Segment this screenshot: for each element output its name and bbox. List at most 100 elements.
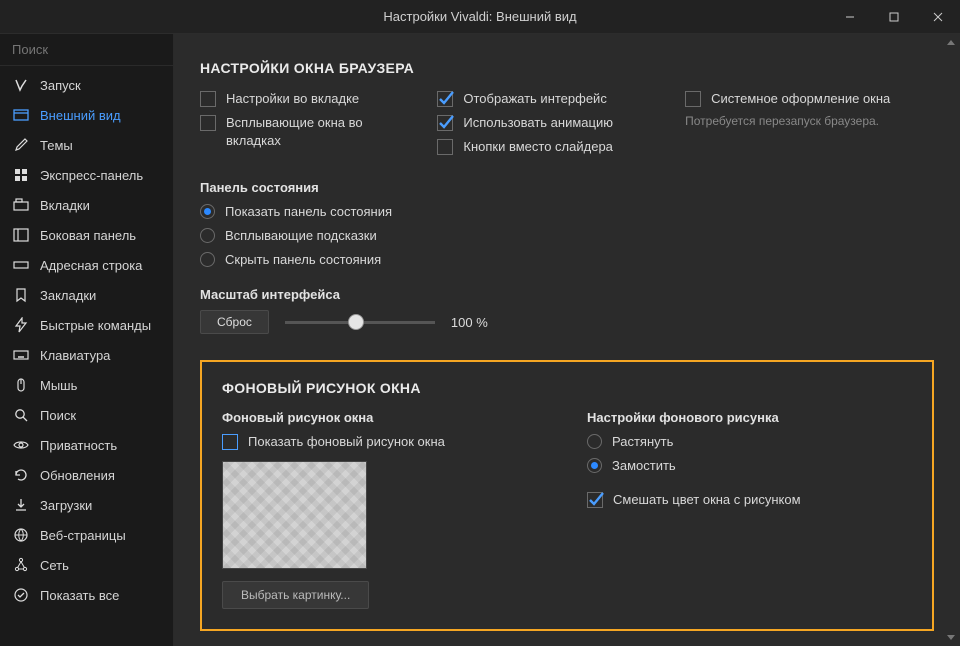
- checkbox-buttons-instead-slider[interactable]: Кнопки вместо слайдера: [437, 138, 655, 156]
- sidebar-item-search[interactable]: Поиск: [0, 400, 173, 430]
- refresh-icon: [12, 466, 30, 484]
- checkbox-show-ui[interactable]: Отображать интерфейс: [437, 90, 655, 108]
- sidebar-item-label: Внешний вид: [40, 108, 121, 123]
- radio-icon: [200, 252, 215, 267]
- sidebar-item-network[interactable]: Сеть: [0, 550, 173, 580]
- slider-handle[interactable]: [348, 314, 364, 330]
- scroll-up-icon[interactable]: [947, 40, 955, 45]
- sidebar-item-bookmarks[interactable]: Закладки: [0, 280, 173, 310]
- checkbox-popups-in-tabs[interactable]: Всплывающие окна во вкладках: [200, 114, 407, 150]
- address-icon: [12, 256, 30, 274]
- checkbox-show-background[interactable]: Показать фоновый рисунок окна: [222, 433, 547, 451]
- sidebar-item-appearance[interactable]: Внешний вид: [0, 100, 173, 130]
- window-options-row: Настройки во вкладке Всплывающие окна во…: [200, 90, 934, 162]
- sidebar-item-label: Боковая панель: [40, 228, 136, 243]
- sidebar-item-label: Приватность: [40, 438, 117, 453]
- sidebar-item-show-all[interactable]: Показать все: [0, 580, 173, 610]
- sidebar: Запуск Внешний вид Темы Экспресс-панель: [0, 34, 174, 646]
- sidebar-item-panel[interactable]: Боковая панель: [0, 220, 173, 250]
- sidebar-item-downloads[interactable]: Загрузки: [0, 490, 173, 520]
- radio-icon: [587, 458, 602, 473]
- radio-label: Растянуть: [612, 433, 673, 451]
- scale-value: 100 %: [451, 315, 488, 330]
- scroll-down-icon[interactable]: [947, 635, 955, 640]
- sidebar-item-label: Быстрые команды: [40, 318, 151, 333]
- globe-icon: [12, 526, 30, 544]
- window-options-col3: Системное оформление окна Потребуется пе…: [685, 90, 934, 162]
- panel-icon: [12, 226, 30, 244]
- sidebar-item-label: Клавиатура: [40, 348, 110, 363]
- reset-scale-button[interactable]: Сброс: [200, 310, 269, 334]
- checkbox-use-animation[interactable]: Использовать анимацию: [437, 114, 655, 132]
- sidebar-item-mouse[interactable]: Мышь: [0, 370, 173, 400]
- checkbox-label: Показать фоновый рисунок окна: [248, 433, 445, 451]
- sidebar-item-label: Вкладки: [40, 198, 90, 213]
- sidebar-item-startup[interactable]: Запуск: [0, 70, 173, 100]
- window-icon: [12, 106, 30, 124]
- radio-tile[interactable]: Замостить: [587, 457, 912, 475]
- checkbox-blend-color[interactable]: Смешать цвет окна с рисунком: [587, 491, 912, 509]
- sidebar-item-speed-dial[interactable]: Экспресс-панель: [0, 160, 173, 190]
- sidebar-item-tabs[interactable]: Вкладки: [0, 190, 173, 220]
- window-options-col2: Отображать интерфейс Использовать анимац…: [437, 90, 655, 162]
- radio-show-status-panel[interactable]: Показать панель состояния: [200, 203, 934, 221]
- background-image-section: ФОНОВЫЙ РИСУНОК ОКНА Фоновый рисунок окн…: [200, 360, 934, 631]
- sidebar-item-updates[interactable]: Обновления: [0, 460, 173, 490]
- section-title-background: ФОНОВЫЙ РИСУНОК ОКНА: [222, 380, 912, 396]
- scrollbar[interactable]: [944, 36, 958, 644]
- search-input[interactable]: [0, 34, 173, 65]
- bg-left-header: Фоновый рисунок окна: [222, 410, 547, 425]
- close-button[interactable]: [916, 0, 960, 34]
- sidebar-item-label: Сеть: [40, 558, 69, 573]
- radio-hide-status-panel[interactable]: Скрыть панель состояния: [200, 251, 934, 269]
- radio-label: Скрыть панель состояния: [225, 251, 381, 269]
- network-icon: [12, 556, 30, 574]
- radio-popups-hints[interactable]: Всплывающие подсказки: [200, 227, 934, 245]
- sidebar-item-label: Экспресс-панель: [40, 168, 143, 183]
- bg-right-header: Настройки фонового рисунка: [587, 410, 912, 425]
- sidebar-item-label: Поиск: [40, 408, 76, 423]
- section-title-browser-window: НАСТРОЙКИ ОКНА БРАУЗЕРА: [200, 60, 934, 76]
- checkbox-label: Использовать анимацию: [463, 114, 613, 132]
- radio-stretch[interactable]: Растянуть: [587, 433, 912, 451]
- checkbox-label: Отображать интерфейс: [463, 90, 606, 108]
- checkbox-label: Смешать цвет окна с рисунком: [613, 491, 801, 509]
- search-icon: [12, 406, 30, 424]
- checkbox-icon: [200, 91, 216, 107]
- title-bar: Настройки Vivaldi: Внешний вид: [0, 0, 960, 34]
- maximize-button[interactable]: [872, 0, 916, 34]
- sidebar-item-quick-commands[interactable]: Быстрые команды: [0, 310, 173, 340]
- checkbox-icon: [437, 91, 453, 107]
- eye-icon: [12, 436, 30, 454]
- sidebar-item-themes[interactable]: Темы: [0, 130, 173, 160]
- restart-note: Потребуется перезапуск браузера.: [685, 114, 934, 128]
- choose-image-button[interactable]: Выбрать картинку...: [222, 581, 369, 609]
- minimize-button[interactable]: [828, 0, 872, 34]
- content-pane: НАСТРОЙКИ ОКНА БРАУЗЕРА Настройки во вкл…: [174, 34, 960, 646]
- sidebar-nav: Запуск Внешний вид Темы Экспресс-панель: [0, 66, 173, 610]
- background-thumbnail[interactable]: [222, 461, 367, 569]
- checkbox-label: Всплывающие окна во вкладках: [226, 114, 407, 150]
- sidebar-item-label: Темы: [40, 138, 73, 153]
- sidebar-item-label: Закладки: [40, 288, 96, 303]
- checkbox-label: Кнопки вместо слайдера: [463, 138, 613, 156]
- radio-icon: [587, 434, 602, 449]
- sidebar-item-webpages[interactable]: Веб-страницы: [0, 520, 173, 550]
- checkbox-system-chrome[interactable]: Системное оформление окна: [685, 90, 934, 108]
- checkbox-label: Системное оформление окна: [711, 90, 890, 108]
- checkbox-label: Настройки во вкладке: [226, 90, 359, 108]
- checkbox-icon: [685, 91, 701, 107]
- download-icon: [12, 496, 30, 514]
- checkbox-icon: [587, 492, 603, 508]
- sidebar-item-address-bar[interactable]: Адресная строка: [0, 250, 173, 280]
- window-options-col1: Настройки во вкладке Всплывающие окна во…: [200, 90, 407, 162]
- scale-controls: Сброс 100 %: [200, 310, 934, 334]
- sidebar-item-label: Адресная строка: [40, 258, 142, 273]
- show-all-icon: [12, 586, 30, 604]
- sidebar-item-privacy[interactable]: Приватность: [0, 430, 173, 460]
- sidebar-item-keyboard[interactable]: Клавиатура: [0, 340, 173, 370]
- checkbox-settings-in-tab[interactable]: Настройки во вкладке: [200, 90, 407, 108]
- checkbox-icon: [437, 115, 453, 131]
- sidebar-item-label: Обновления: [40, 468, 115, 483]
- scale-slider[interactable]: [285, 314, 435, 330]
